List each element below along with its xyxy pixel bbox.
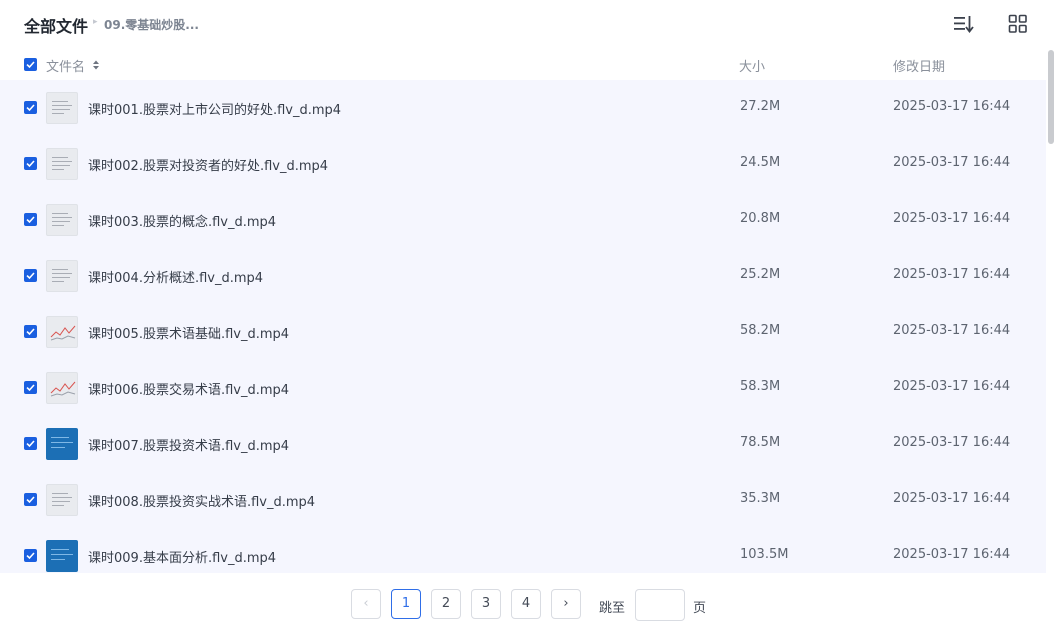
video-thumbnail — [46, 540, 78, 572]
jump-page-input[interactable] — [635, 589, 685, 621]
file-size: 24.5M — [740, 155, 781, 170]
row-checkbox[interactable] — [24, 157, 37, 170]
file-row[interactable]: 课时009.基本面分析.flv_d.mp4 103.5M 2025-03-17 16… — [0, 528, 1046, 573]
file-size: 58.3M — [740, 379, 781, 394]
scrollbar[interactable] — [1046, 48, 1056, 578]
file-row[interactable]: 课时001.股票对上市公司的好处.flv_d.mp4 27.2M 2025-03-1… — [0, 80, 1046, 136]
file-browser: 全部文件 ▸ 09.零基础炒股... 文件名 大小 修改日期 课时001.股票对… — [0, 0, 1058, 637]
file-name[interactable]: 课时008.股票投资实战术语.flv_d.mp4 — [88, 491, 315, 510]
file-row[interactable]: 课时004.分析概述.flv_d.mp4 25.2M 2025-03-17 16:4… — [0, 248, 1046, 304]
file-size: 27.2M — [740, 99, 781, 114]
file-name[interactable]: 课时009.基本面分析.flv_d.mp4 — [88, 547, 276, 566]
file-name[interactable]: 课时001.股票对上市公司的好处.flv_d.mp4 — [88, 99, 341, 118]
file-date: 2025-03-17 16:44 — [893, 211, 1011, 226]
row-checkbox[interactable] — [24, 325, 37, 338]
file-size: 58.2M — [740, 323, 781, 338]
file-date: 2025-03-17 16:44 — [893, 99, 1011, 114]
file-name[interactable]: 课时002.股票对投资者的好处.flv_d.mp4 — [88, 155, 328, 174]
jump-suffix: 页 — [693, 601, 707, 616]
file-row[interactable]: 课时002.股票对投资者的好处.flv_d.mp4 24.5M 2025-03-17… — [0, 136, 1046, 192]
page-button-2[interactable]: 2 — [431, 589, 461, 619]
pagination: ‹ 1 2 3 4 › 跳至 页 — [0, 588, 1058, 622]
file-size: 25.2M — [740, 267, 781, 282]
sort-caret-icon[interactable] — [92, 57, 100, 71]
row-checkbox[interactable] — [24, 493, 37, 506]
file-row[interactable]: 课时006.股票交易术语.flv_d.mp4 58.3M 2025-03-17 16… — [0, 360, 1046, 416]
page-button-3[interactable]: 3 — [471, 589, 501, 619]
video-thumbnail — [46, 372, 78, 404]
scrollbar-thumb[interactable] — [1048, 50, 1054, 144]
file-list: 课时001.股票对上市公司的好处.flv_d.mp4 27.2M 2025-03-1… — [0, 80, 1046, 573]
file-name[interactable]: 课时005.股票术语基础.flv_d.mp4 — [88, 323, 289, 342]
video-thumbnail — [46, 92, 78, 124]
video-thumbnail — [46, 148, 78, 180]
column-size-header[interactable]: 大小 — [739, 56, 765, 75]
jump-label: 跳至 — [599, 601, 626, 616]
row-checkbox[interactable] — [24, 437, 37, 450]
file-date: 2025-03-17 16:44 — [893, 547, 1011, 562]
video-thumbnail — [46, 428, 78, 460]
file-date: 2025-03-17 16:44 — [893, 323, 1011, 338]
page-button-4[interactable]: 4 — [511, 589, 541, 619]
file-row[interactable]: 课时008.股票投资实战术语.flv_d.mp4 35.3M 2025-03-17 … — [0, 472, 1046, 528]
page-button-1[interactable]: 1 — [391, 589, 421, 619]
column-date-header[interactable]: 修改日期 — [893, 56, 945, 75]
breadcrumb-current: 09.零基础炒股... — [104, 18, 199, 32]
video-thumbnail — [46, 316, 78, 348]
row-checkbox[interactable] — [24, 381, 37, 394]
file-name[interactable]: 课时007.股票投资术语.flv_d.mp4 — [88, 435, 289, 454]
grid-view-icon[interactable] — [1006, 12, 1030, 36]
select-all-checkbox[interactable] — [24, 58, 37, 71]
row-checkbox[interactable] — [24, 269, 37, 282]
file-size: 20.8M — [740, 211, 781, 226]
video-thumbnail — [46, 484, 78, 516]
file-size: 78.5M — [740, 435, 781, 450]
column-name-header[interactable]: 文件名 — [46, 56, 85, 75]
file-row[interactable]: 课时003.股票的概念.flv_d.mp4 20.8M 2025-03-17 16:… — [0, 192, 1046, 248]
file-name[interactable]: 课时004.分析概述.flv_d.mp4 — [88, 267, 263, 286]
breadcrumb-root[interactable]: 全部文件 — [24, 13, 88, 37]
file-row[interactable]: 课时005.股票术语基础.flv_d.mp4 58.2M 2025-03-17 16… — [0, 304, 1046, 360]
prev-page-button[interactable]: ‹ — [351, 589, 381, 619]
file-date: 2025-03-17 16:44 — [893, 491, 1011, 506]
breadcrumb-separator-icon: ▸ — [93, 17, 98, 27]
file-size: 35.3M — [740, 491, 781, 506]
sort-list-icon[interactable] — [951, 12, 975, 36]
row-checkbox[interactable] — [24, 549, 37, 562]
file-name[interactable]: 课时003.股票的概念.flv_d.mp4 — [88, 211, 276, 230]
row-checkbox[interactable] — [24, 213, 37, 226]
row-checkbox[interactable] — [24, 101, 37, 114]
file-row[interactable]: 课时007.股票投资术语.flv_d.mp4 78.5M 2025-03-17 16… — [0, 416, 1046, 472]
video-thumbnail — [46, 204, 78, 236]
file-date: 2025-03-17 16:44 — [893, 267, 1011, 282]
file-size: 103.5M — [740, 547, 789, 562]
file-date: 2025-03-17 16:44 — [893, 155, 1011, 170]
next-page-button[interactable]: › — [551, 589, 581, 619]
file-date: 2025-03-17 16:44 — [893, 379, 1011, 394]
video-thumbnail — [46, 260, 78, 292]
file-date: 2025-03-17 16:44 — [893, 435, 1011, 450]
header: 全部文件 ▸ 09.零基础炒股... — [0, 0, 1040, 48]
column-header: 文件名 大小 修改日期 — [0, 50, 1046, 78]
file-name[interactable]: 课时006.股票交易术语.flv_d.mp4 — [88, 379, 289, 398]
